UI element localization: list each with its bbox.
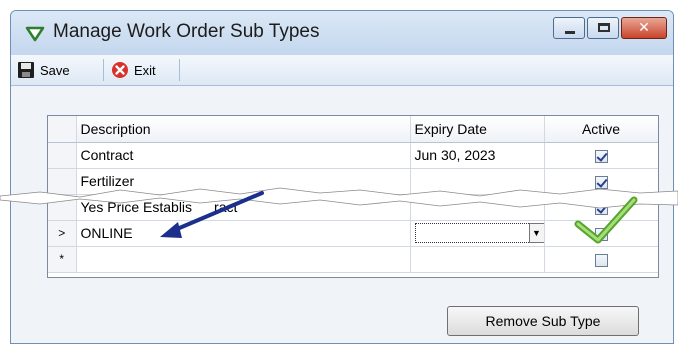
close-button[interactable]: ✕ <box>621 17 667 39</box>
window-controls: ✕ <box>551 17 667 39</box>
title-bar: Manage Work Order Sub Types ✕ <box>11 11 673 55</box>
description-cell[interactable]: Yes Price Establis ract <box>76 194 411 221</box>
content-area: Description Expiry Date Active Contract … <box>11 86 673 343</box>
table-row[interactable]: > ONLINE ▼ <box>48 220 658 247</box>
maximize-icon <box>598 23 610 32</box>
active-cell[interactable] <box>544 168 658 195</box>
app-icon <box>25 26 45 42</box>
row-header-new[interactable]: * <box>48 246 77 273</box>
expiry-date-cell[interactable]: ▼ <box>410 220 545 247</box>
active-checkbox[interactable] <box>594 175 608 189</box>
window-title: Manage Work Order Sub Types <box>53 21 320 42</box>
description-cell[interactable]: Contract <box>76 142 411 169</box>
column-header-expiry-date[interactable]: Expiry Date <box>410 116 545 143</box>
header-row: Description Expiry Date Active <box>48 116 658 143</box>
minimize-icon <box>565 31 575 34</box>
toolbar-separator <box>103 59 104 81</box>
active-checkbox[interactable] <box>594 253 608 267</box>
expiry-date-cell[interactable] <box>410 168 545 195</box>
exit-label: Exit <box>134 62 156 78</box>
remove-sub-type-button[interactable]: Remove Sub Type <box>447 306 639 336</box>
description-cell[interactable] <box>76 246 411 273</box>
row-header-current[interactable]: > <box>48 220 77 247</box>
active-checkbox[interactable] <box>594 227 608 241</box>
active-cell[interactable] <box>544 142 658 169</box>
save-label: Save <box>40 62 70 78</box>
expiry-date-dropdown[interactable]: ▼ <box>414 223 543 243</box>
maximize-button[interactable] <box>587 17 619 39</box>
active-cell[interactable] <box>544 194 658 221</box>
table-row[interactable]: Fertilizer <box>48 168 658 195</box>
description-text-suffix: ract <box>214 199 238 215</box>
toolbar-separator <box>179 59 180 81</box>
column-header-active[interactable]: Active <box>544 116 658 143</box>
chevron-down-icon[interactable]: ▼ <box>528 223 543 243</box>
row-header[interactable] <box>48 194 77 221</box>
active-cell[interactable] <box>544 220 658 247</box>
description-cell[interactable]: Fertilizer <box>76 168 411 195</box>
expiry-date-cell[interactable]: Jun 30, 2023 <box>410 142 545 169</box>
description-cell[interactable]: ONLINE <box>76 220 411 247</box>
table-row[interactable]: Contract Jun 30, 2023 <box>48 142 658 169</box>
expiry-date-cell[interactable] <box>410 246 545 273</box>
save-icon <box>18 62 34 78</box>
save-button[interactable]: Save <box>17 59 70 81</box>
manage-work-order-sub-types-window: Manage Work Order Sub Types ✕ Save Exit <box>10 10 674 344</box>
toolbar: Save Exit <box>11 55 673 86</box>
column-header-description[interactable]: Description <box>76 116 411 143</box>
table-row-new[interactable]: * <box>48 246 658 273</box>
sub-types-table: Description Expiry Date Active Contract … <box>48 116 658 273</box>
close-icon: ✕ <box>638 19 650 35</box>
row-header[interactable] <box>48 168 77 195</box>
active-checkbox[interactable] <box>594 201 608 215</box>
expiry-date-cell[interactable] <box>410 194 545 221</box>
exit-icon <box>112 62 128 78</box>
active-checkbox[interactable] <box>594 149 608 163</box>
active-cell[interactable] <box>544 246 658 273</box>
row-header[interactable] <box>48 142 77 169</box>
exit-button[interactable]: Exit <box>111 59 156 81</box>
sub-types-grid: Description Expiry Date Active Contract … <box>47 115 659 278</box>
description-text: Yes Price Establis <box>80 199 193 215</box>
minimize-button[interactable] <box>553 17 585 39</box>
table-row[interactable]: Yes Price Establis ract <box>48 194 658 221</box>
row-header-corner <box>48 116 77 143</box>
